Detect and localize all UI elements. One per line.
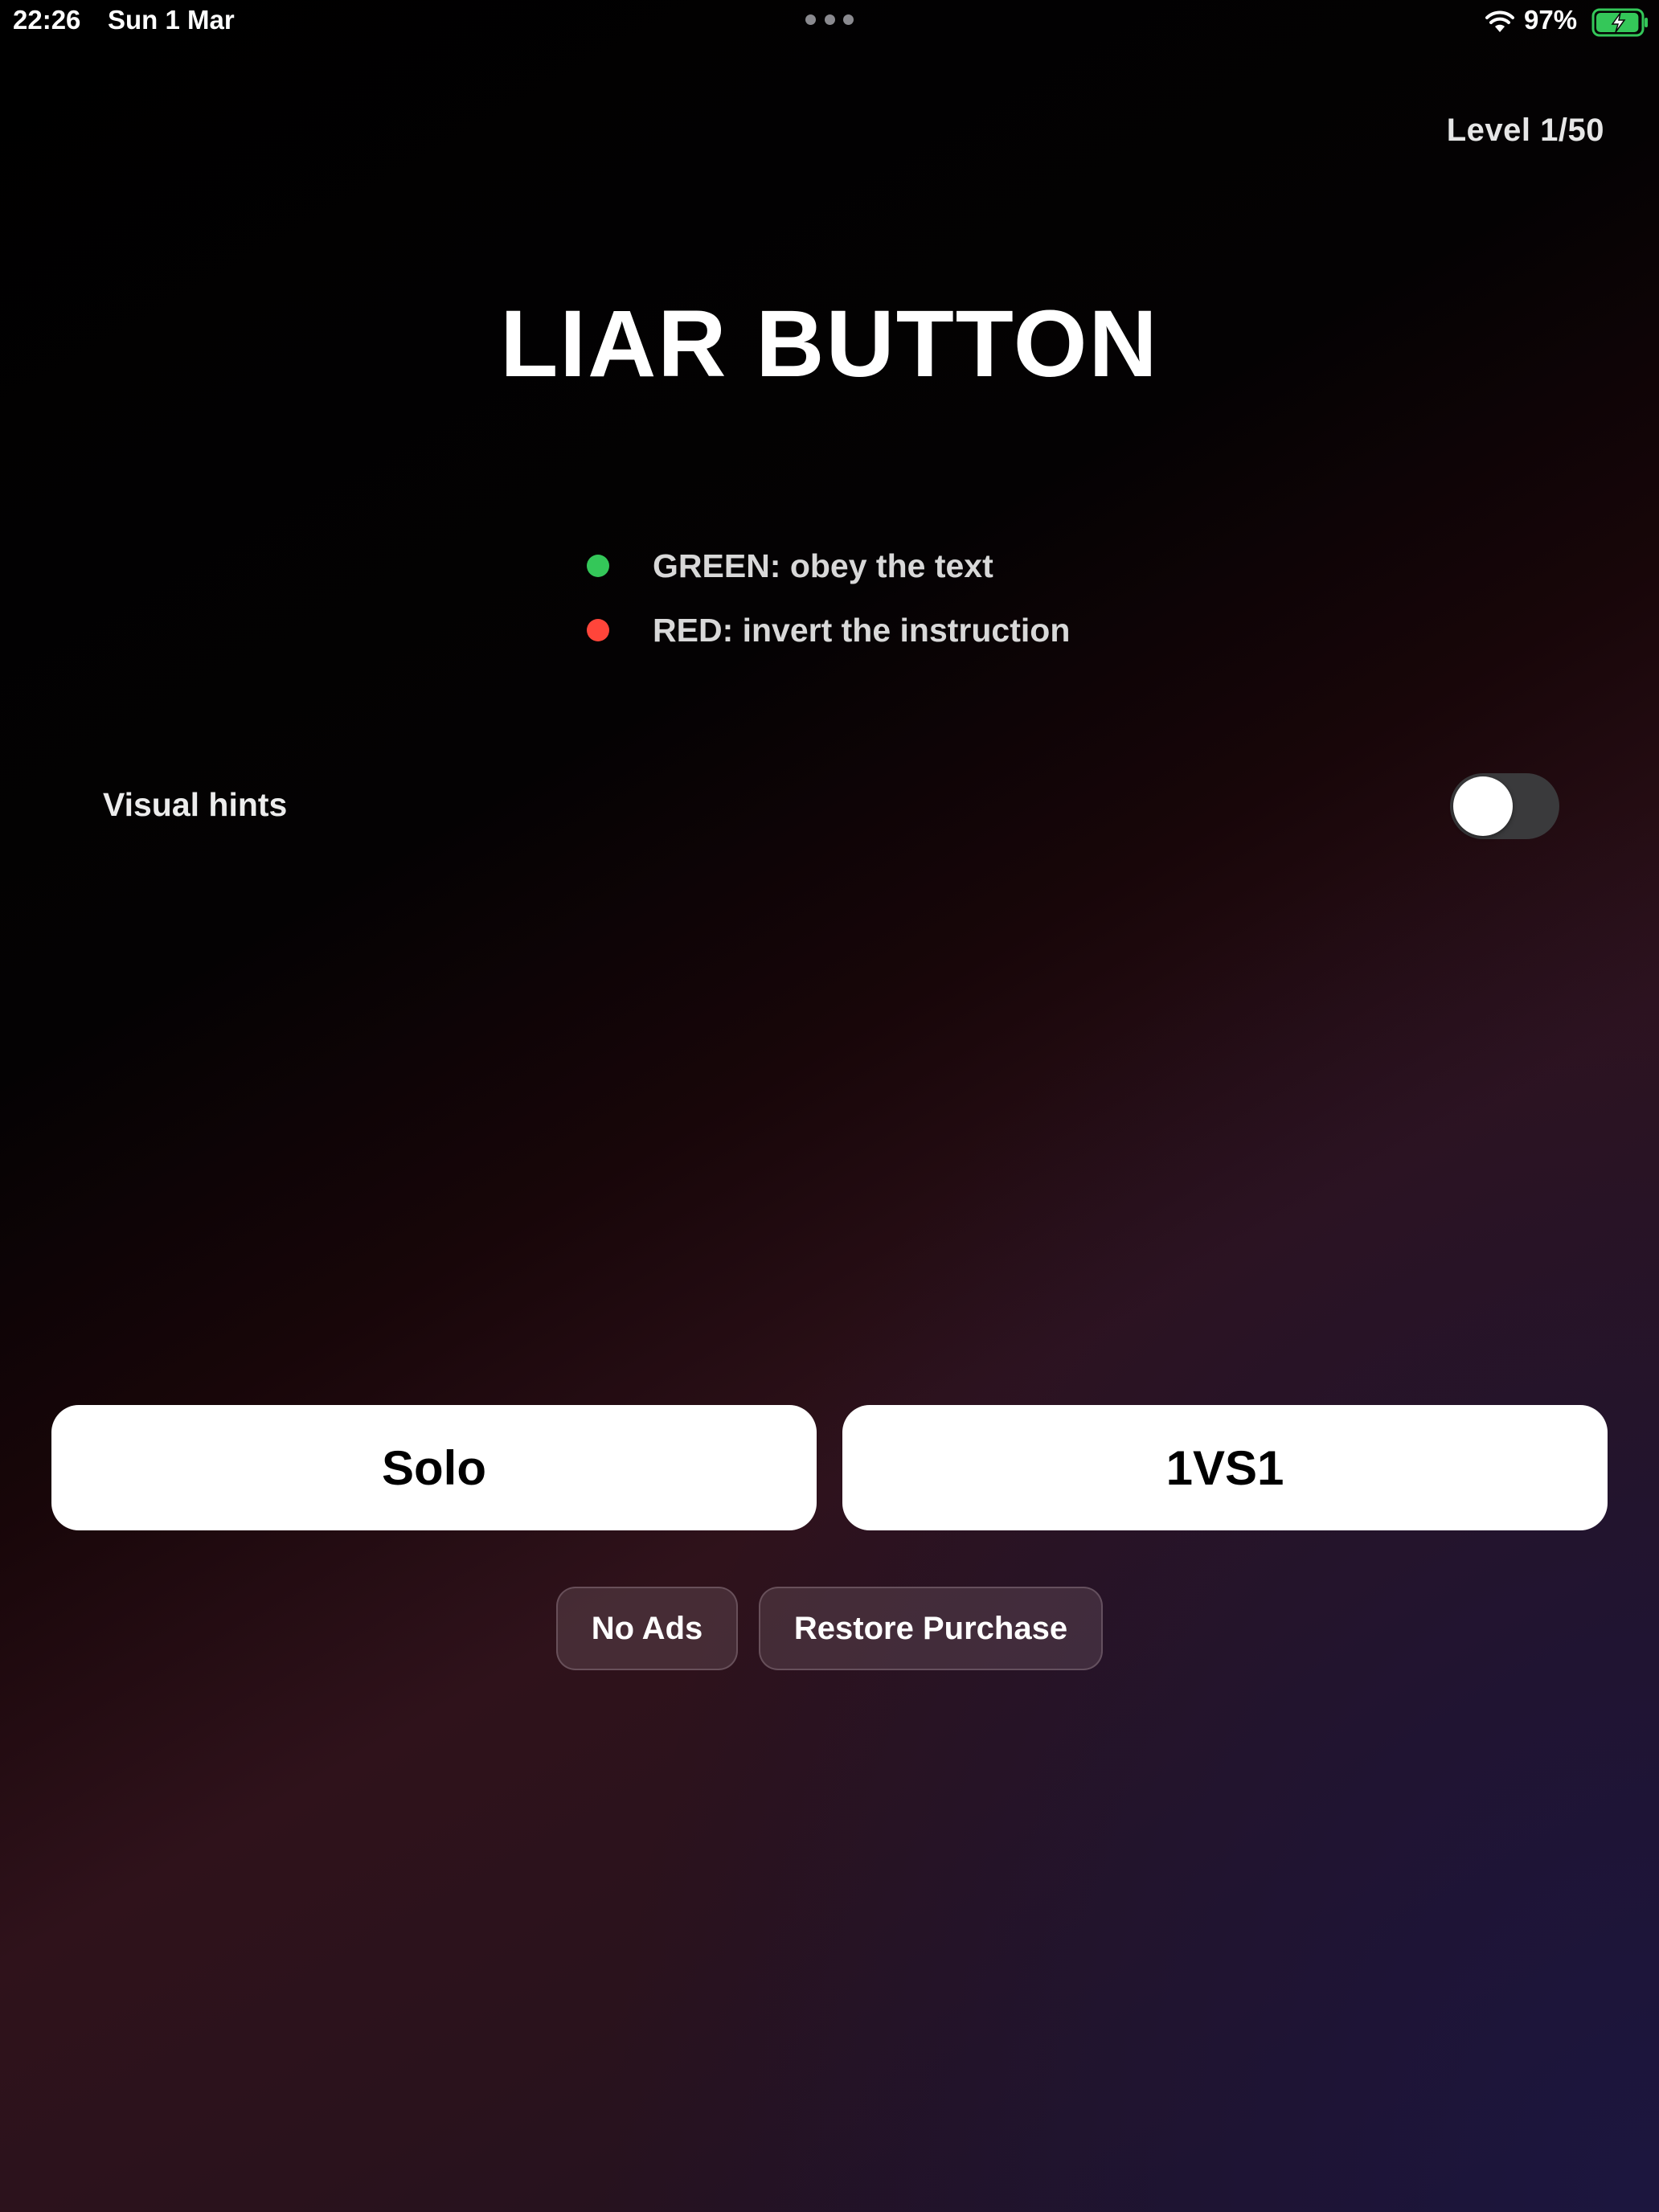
battery-charging-icon (1591, 8, 1648, 37)
wifi-icon (1485, 10, 1514, 32)
status-time: 22:26 (13, 5, 81, 35)
rule-green: GREEN: obey the text (587, 534, 1070, 598)
red-dot-icon (587, 619, 609, 641)
toggle-knob (1453, 776, 1513, 836)
status-bar: 22:26 Sun 1 Mar 97% (0, 0, 1659, 45)
level-indicator: Level 1/50 (1446, 113, 1604, 148)
versus-button[interactable]: 1VS1 (842, 1405, 1608, 1530)
visual-hints-label: Visual hints (103, 786, 288, 823)
visual-hints-toggle[interactable] (1450, 773, 1559, 839)
multitask-dots-icon[interactable] (805, 14, 854, 26)
status-date: Sun 1 Mar (108, 5, 235, 35)
game-title: LIAR BUTTON (500, 291, 1159, 397)
battery-percent: 97% (1524, 5, 1578, 35)
rule-red: RED: invert the instruction (587, 598, 1070, 662)
restore-purchase-button[interactable]: Restore Purchase (759, 1587, 1103, 1670)
solo-button[interactable]: Solo (51, 1405, 817, 1530)
rule-green-text: GREEN: obey the text (653, 547, 993, 584)
rules-list: GREEN: obey the text RED: invert the ins… (587, 534, 1070, 662)
no-ads-button[interactable]: No Ads (556, 1587, 738, 1670)
green-dot-icon (587, 555, 609, 577)
rule-red-text: RED: invert the instruction (653, 611, 1071, 649)
